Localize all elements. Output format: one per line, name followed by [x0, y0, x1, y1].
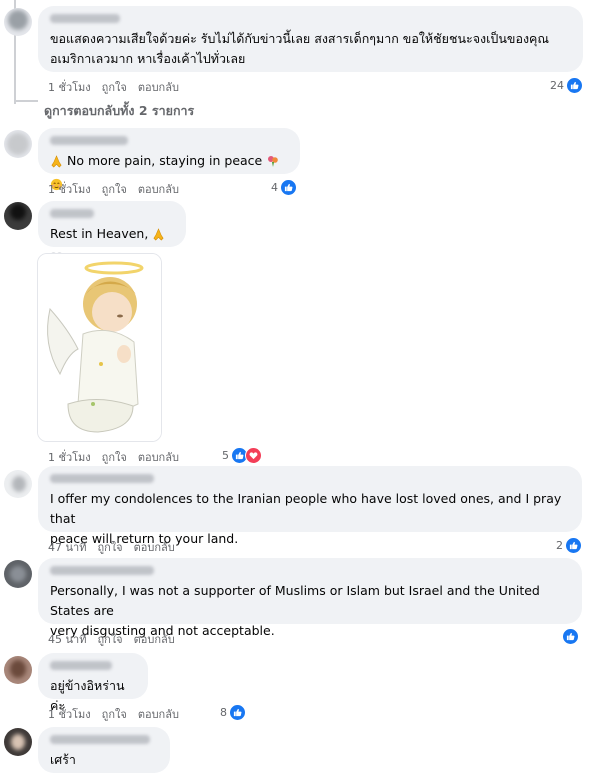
- praying-hands-emoji: [152, 227, 165, 247]
- comment-actions: 47 นาที ถูกใจ ตอบกลับ: [48, 538, 175, 556]
- like-button[interactable]: ถูกใจ: [97, 630, 122, 648]
- reply-button[interactable]: ตอบกลับ: [138, 180, 179, 198]
- comment-actions: 1 ชั่วโมง ถูกใจ ตอบกลับ: [48, 705, 179, 723]
- view-replies-link[interactable]: ดูการตอบกลับทั้ง 2 รายการ: [44, 101, 194, 121]
- avatar[interactable]: [4, 130, 32, 158]
- timestamp[interactable]: 1 ชั่วโมง: [48, 705, 91, 723]
- reaction-count[interactable]: 4: [271, 179, 297, 196]
- comment-bubble: อยู่ข้างอิหร่านค่ะ: [38, 653, 148, 713]
- timestamp[interactable]: 1 ชั่วโมง: [48, 78, 91, 96]
- like-reaction-icon: [565, 537, 582, 554]
- like-reaction-icon: [566, 77, 583, 94]
- avatar[interactable]: [4, 728, 32, 756]
- avatar[interactable]: [4, 470, 32, 498]
- reply-button[interactable]: ตอบกลับ: [134, 630, 175, 648]
- reaction-count[interactable]: 8: [220, 704, 246, 721]
- reply-button[interactable]: ตอบกลับ: [138, 448, 179, 466]
- author-name-blurred[interactable]: [50, 661, 112, 670]
- timestamp[interactable]: 1 ชั่วโมง: [48, 448, 91, 466]
- praying-hands-emoji: [50, 154, 63, 174]
- like-button[interactable]: ถูกใจ: [102, 448, 127, 466]
- reply-button[interactable]: ตอบกลับ: [138, 78, 179, 96]
- like-button[interactable]: ถูกใจ: [97, 538, 122, 556]
- like-reaction-icon: [562, 628, 579, 645]
- comment-actions: 1 ชั่วโมง ถูกใจ ตอบกลับ: [48, 78, 179, 96]
- reaction-count[interactable]: 2: [556, 537, 582, 554]
- like-reaction-icon: [229, 704, 246, 721]
- author-name-blurred[interactable]: [50, 209, 94, 218]
- author-name-blurred[interactable]: [50, 735, 150, 744]
- comment-actions: 1 ชั่วโมง ถูกใจ ตอบกลับ: [48, 448, 179, 466]
- author-name-blurred[interactable]: [50, 474, 154, 483]
- comment-bubble: ขอแสดงความเสียใจด้วยค่ะ รับไม่ได้กับข่าว…: [38, 6, 583, 72]
- comment-bubble: Personally, I was not a supporter of Mus…: [38, 558, 582, 638]
- comment-bubble: I offer my condolences to the Iranian pe…: [38, 466, 582, 546]
- angel-sticker[interactable]: [37, 253, 162, 442]
- bouquet-emoji: [266, 154, 280, 174]
- comment-text: เศร้า: [50, 752, 76, 767]
- comment-bubble: Rest in Heaven,: [38, 201, 186, 263]
- timestamp[interactable]: 1 ชั่วโมง: [48, 180, 91, 198]
- avatar[interactable]: [4, 8, 32, 36]
- avatar[interactable]: [4, 656, 32, 684]
- reply-button[interactable]: ตอบกลับ: [134, 538, 175, 556]
- reaction-count[interactable]: 24: [550, 77, 583, 94]
- author-name-blurred[interactable]: [50, 14, 120, 23]
- timestamp[interactable]: 47 นาที: [48, 538, 86, 556]
- avatar[interactable]: [4, 560, 32, 588]
- author-name-blurred[interactable]: [50, 566, 154, 575]
- timestamp[interactable]: 45 นาที: [48, 630, 86, 648]
- thread-line: [14, 100, 38, 102]
- comment-actions: 45 นาที ถูกใจ ตอบกลับ: [48, 630, 175, 648]
- like-button[interactable]: ถูกใจ: [102, 180, 127, 198]
- like-button[interactable]: ถูกใจ: [102, 705, 127, 723]
- avatar[interactable]: [4, 202, 32, 230]
- comment-actions: 1 ชั่วโมง ถูกใจ ตอบกลับ: [48, 180, 179, 198]
- comment-text: ขอแสดงความเสียใจด้วยค่ะ รับไม่ได้กับข่าว…: [50, 31, 550, 66]
- author-name-blurred[interactable]: [50, 136, 128, 145]
- comment-bubble: No more pain, staying in peace: [38, 128, 300, 191]
- comment-bubble: เศร้า: [38, 727, 170, 773]
- reply-button[interactable]: ตอบกลับ: [138, 705, 179, 723]
- like-button[interactable]: ถูกใจ: [102, 78, 127, 96]
- reaction-count[interactable]: [562, 628, 579, 645]
- love-reaction-icon: [245, 447, 262, 464]
- like-reaction-icon: [280, 179, 297, 196]
- reaction-count[interactable]: 5: [222, 447, 262, 464]
